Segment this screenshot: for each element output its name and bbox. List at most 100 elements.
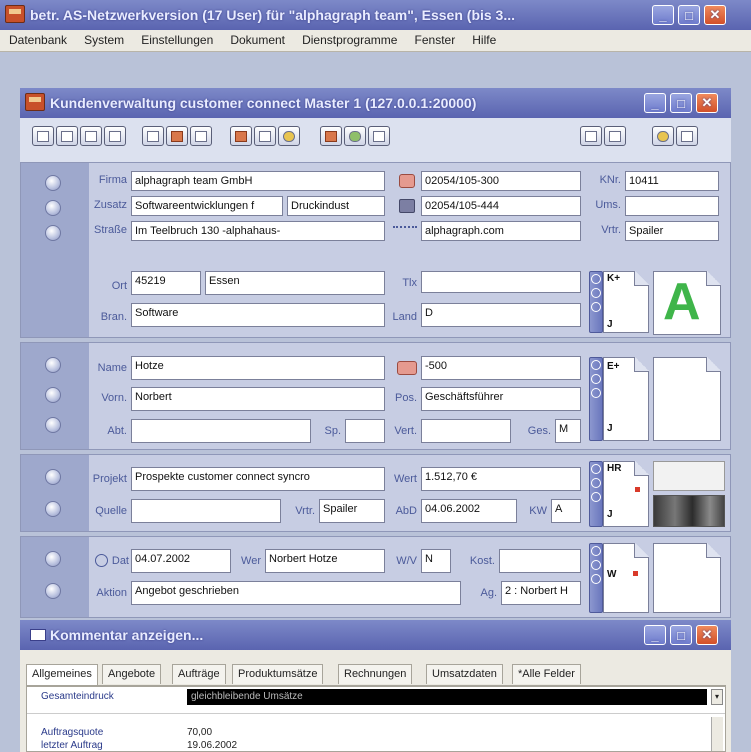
contact-photo-card[interactable] — [653, 357, 721, 441]
comments-maximize-button[interactable]: □ — [670, 625, 692, 645]
tab-rechnungen[interactable]: Rechnungen — [338, 664, 413, 684]
bran-field[interactable]: Software — [131, 303, 385, 327]
dropdown-arrow-icon[interactable]: ▾ — [711, 689, 723, 705]
contact-down-icon[interactable] — [45, 387, 61, 403]
crm-minimize-button[interactable]: _ — [644, 93, 666, 113]
menu-dokument[interactable]: Dokument — [223, 30, 292, 50]
menu-system[interactable]: System — [77, 30, 131, 50]
tab-alle-felder[interactable]: *Alle Felder — [512, 664, 581, 684]
section-down-icon[interactable] — [45, 200, 61, 216]
blank-document-icon[interactable] — [104, 126, 126, 146]
company-card-bar[interactable] — [589, 271, 603, 333]
project-card-bar[interactable] — [589, 461, 603, 527]
crm-maximize-button[interactable]: □ — [670, 93, 692, 113]
action-down-icon[interactable] — [45, 583, 61, 599]
phone-field[interactable]: 02054/105-300 — [421, 171, 581, 191]
maximize-button[interactable]: □ — [678, 5, 700, 25]
crm-close-button[interactable]: ✕ — [696, 93, 718, 113]
abd-field[interactable]: 04.06.2002 — [421, 499, 517, 523]
close-button[interactable]: ✕ — [704, 5, 726, 25]
delete-document-icon[interactable] — [166, 126, 188, 146]
row-value: 19.06.2002 — [187, 740, 238, 751]
scrollbar[interactable] — [711, 717, 723, 751]
vrt-field[interactable]: Spailer — [625, 221, 719, 241]
ag-field[interactable]: 2 : Norbert H — [501, 581, 581, 605]
copy-document-icon[interactable] — [80, 126, 102, 146]
menu-fenster[interactable]: Fenster — [408, 30, 463, 50]
contact-expand-icon[interactable] — [45, 357, 61, 373]
tab-allgemeines[interactable]: Allgemeines — [26, 664, 98, 685]
tab-umsatzdaten[interactable]: Umsatzdaten — [426, 664, 503, 684]
plz-field[interactable]: 45219 — [131, 271, 201, 295]
project-down-icon[interactable] — [45, 501, 61, 517]
action-expand-icon[interactable] — [45, 551, 61, 567]
hand-icon[interactable] — [652, 126, 674, 146]
new-document-icon[interactable] — [32, 126, 54, 146]
zusatz2-field[interactable]: Druckindust — [287, 196, 385, 216]
project-expand-icon[interactable] — [45, 469, 61, 485]
tlx-field[interactable] — [421, 271, 581, 293]
contact-card-bar[interactable] — [589, 357, 603, 441]
dat-field[interactable]: 04.07.2002 — [131, 549, 231, 573]
kw-field[interactable]: A — [551, 499, 581, 523]
sort-icon[interactable] — [604, 126, 626, 146]
export-icon[interactable] — [230, 126, 252, 146]
knr-field[interactable]: 10411 — [625, 171, 719, 191]
tab-auftraege[interactable]: Aufträge — [172, 664, 226, 684]
stats-icon[interactable] — [278, 126, 300, 146]
pos-field[interactable]: Geschäftsführer — [421, 387, 581, 411]
firma-field[interactable]: alphagraph team GmbH — [131, 171, 385, 191]
contacts-icon[interactable] — [344, 126, 366, 146]
project-thumbnail[interactable] — [653, 461, 725, 491]
land-field[interactable]: D — [421, 303, 581, 327]
abt-field[interactable] — [131, 419, 311, 443]
menu-datenbank[interactable]: Datenbank — [2, 30, 74, 50]
comments-close-button[interactable]: ✕ — [696, 625, 718, 645]
project-photo[interactable] — [653, 495, 725, 527]
open-document-icon[interactable] — [56, 126, 78, 146]
company-section: Firma alphagraph team GmbH Zusatz Softwa… — [20, 162, 731, 338]
section-arrow-icon[interactable] — [45, 225, 61, 241]
wert-label: Wert — [393, 473, 417, 485]
aktion-field[interactable]: Angebot geschrieben — [131, 581, 461, 605]
row-value-highlight[interactable]: gleichbleibende Umsätze — [187, 689, 707, 705]
extension-field[interactable]: -500 — [421, 356, 581, 380]
notes-icon[interactable] — [368, 126, 390, 146]
fax-field[interactable]: 02054/105-444 — [421, 196, 581, 216]
contact-arrow-icon[interactable] — [45, 417, 61, 433]
strasse-field[interactable]: Im Teelbruch 130 -alphahaus- — [131, 221, 385, 241]
action-document-card[interactable] — [653, 543, 721, 613]
sync-icon[interactable] — [254, 126, 276, 146]
calendar-icon[interactable] — [320, 126, 342, 146]
web-field[interactable]: alphagraph.com — [421, 221, 581, 241]
kost-field[interactable] — [499, 549, 581, 573]
duplicate-document-icon[interactable] — [190, 126, 212, 146]
refresh-document-icon[interactable] — [142, 126, 164, 146]
ges-field[interactable]: M — [555, 419, 581, 443]
ort-field[interactable]: Essen — [205, 271, 385, 295]
name-field[interactable]: Hotze — [131, 356, 385, 380]
minimize-button[interactable]: _ — [652, 5, 674, 25]
menu-hilfe[interactable]: Hilfe — [465, 30, 503, 50]
vorn-field[interactable]: Norbert — [131, 387, 385, 411]
wer-field[interactable]: Norbert Hotze — [265, 549, 385, 573]
quelle-field[interactable] — [131, 499, 281, 523]
print-icon[interactable] — [580, 126, 602, 146]
ums-field[interactable] — [625, 196, 719, 216]
zusatz-field[interactable]: Softwareentwicklungen f — [131, 196, 283, 216]
comments-minimize-button[interactable]: _ — [644, 625, 666, 645]
zusatz-label: Zusatz — [93, 199, 127, 211]
pos-label: Pos. — [394, 392, 417, 404]
projekt-field[interactable]: Prospekte customer connect syncro — [131, 467, 385, 491]
menu-dienstprogramme[interactable]: Dienstprogramme — [295, 30, 404, 50]
menu-einstellungen[interactable]: Einstellungen — [134, 30, 220, 50]
sp-label: Sp. — [324, 425, 341, 437]
wv-field[interactable]: N — [421, 549, 451, 573]
tab-produktumsaetze[interactable]: Produktumsätze — [232, 664, 324, 684]
search-icon[interactable] — [676, 126, 698, 146]
wert-field[interactable]: 1.512,70 € — [421, 467, 581, 491]
section-expand-icon[interactable] — [45, 175, 61, 191]
action-card-bar[interactable] — [589, 543, 603, 613]
vert-field[interactable] — [421, 419, 511, 443]
tab-angebote[interactable]: Angebote — [102, 664, 162, 684]
